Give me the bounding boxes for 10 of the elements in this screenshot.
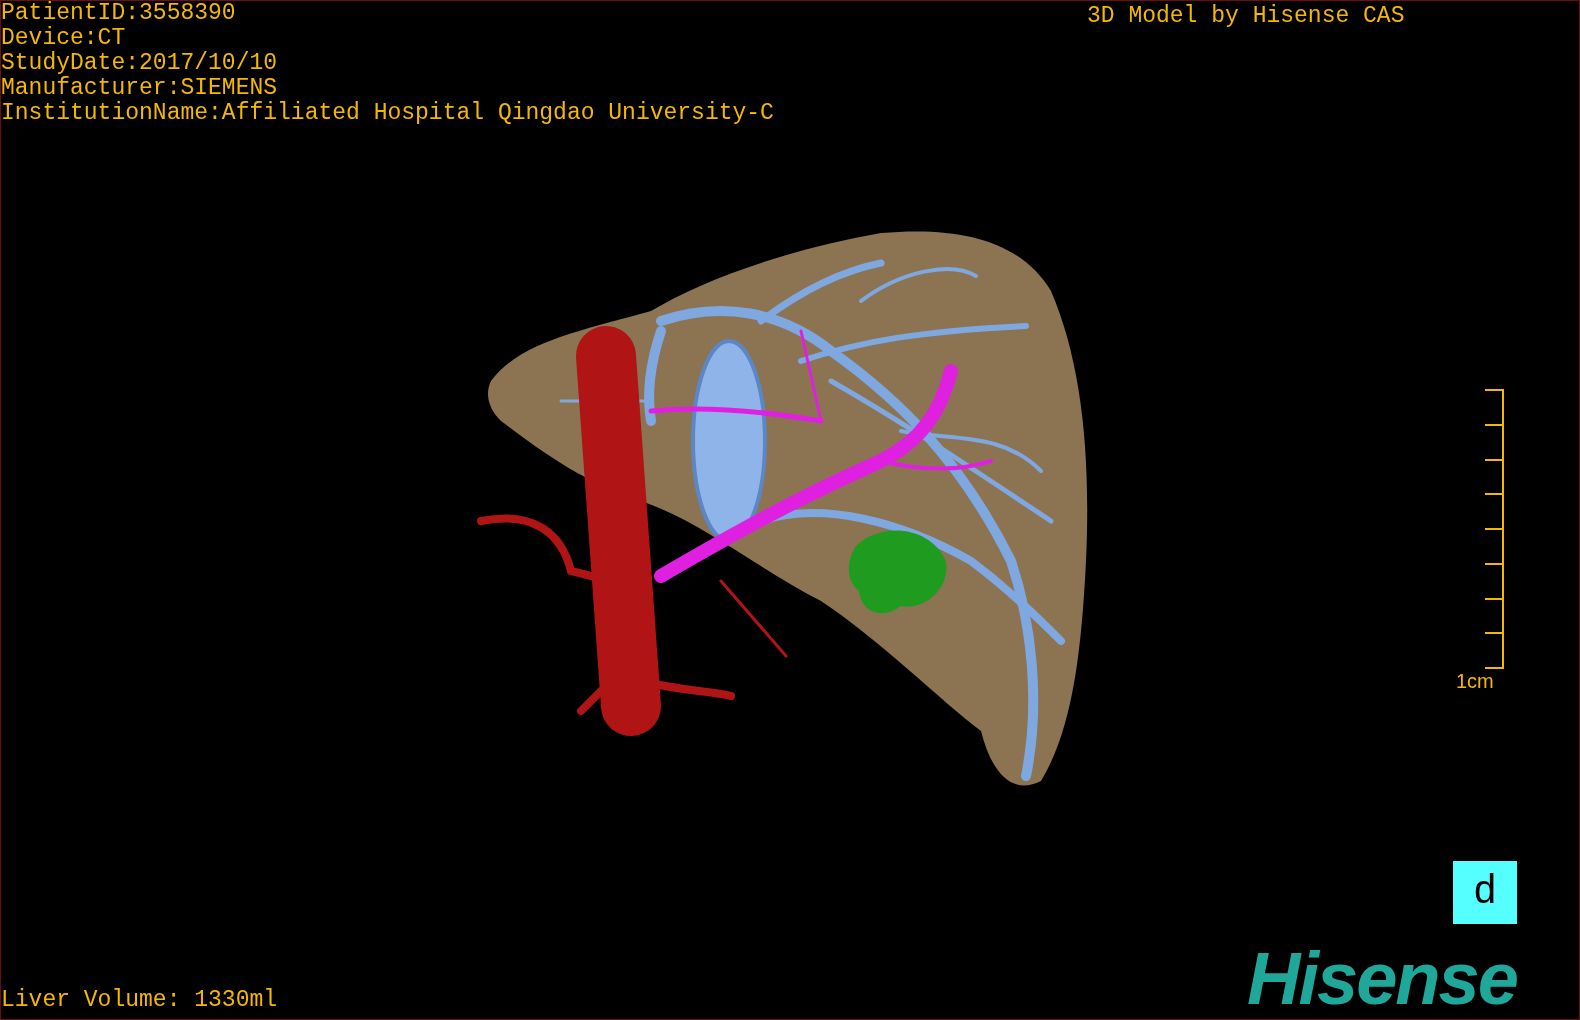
study-info-line: InstitutionName:Affiliated Hospital Qingdao University-C (1, 101, 774, 126)
study-info-line: Device:CT (1, 26, 127, 51)
model-credit: 3D Model by Hisense CAS (1087, 2, 1405, 31)
logo: Hisense (1247, 939, 1517, 1019)
liver-volume: Liver Volume: 1330ml (1, 986, 278, 1015)
scale-label: 1cm (1456, 669, 1494, 693)
study-info-line: Manufacturer:SIEMENS (1, 76, 279, 101)
study-info-line: StudyDate:2017/10/10 (1, 51, 279, 76)
view-label: d (1453, 861, 1517, 924)
study-info-line: PatientID:3558390 (1, 1, 237, 26)
